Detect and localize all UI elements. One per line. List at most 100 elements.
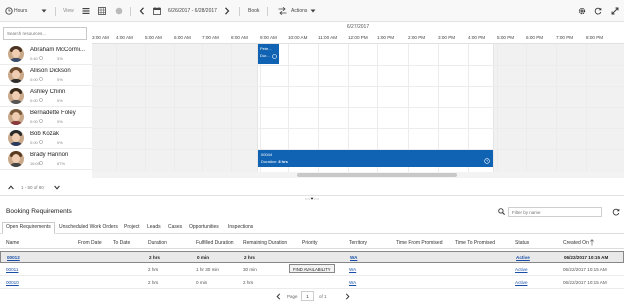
tab-open-requirements[interactable]: Open Requirements: [2, 222, 55, 234]
resource-list: Abraham McCormi... 0:40 3% Allison Dicks…: [0, 44, 92, 172]
chevron-left-icon[interactable]: [139, 7, 145, 16]
territory-link[interactable]: WA: [349, 280, 356, 285]
column-header[interactable]: Name: [6, 240, 19, 246]
hour-label: 7:00 AM: [202, 35, 219, 40]
column-header[interactable]: Priority: [302, 240, 318, 246]
column-header[interactable]: Time To Promised: [455, 240, 495, 246]
territory-link[interactable]: WA: [350, 255, 357, 260]
cell-remaining: 30 min: [243, 267, 257, 272]
scrollbar-thumb[interactable]: [297, 173, 457, 177]
tab-leads[interactable]: Leads: [147, 224, 161, 230]
actions-dropdown[interactable]: Actions: [291, 7, 307, 16]
hour-label: 3:00 PM: [438, 35, 456, 40]
grid-view-icon[interactable]: [98, 7, 106, 16]
status-clock-icon: [484, 158, 490, 164]
resource-row[interactable]: Bernadette Foley 0:00 0%: [0, 107, 92, 128]
resource-row[interactable]: Abraham McCormi... 0:40 3%: [0, 44, 92, 65]
status-clock-icon: [272, 54, 277, 59]
resource-name: Bernadette Foley: [30, 110, 76, 116]
schedule-grid[interactable]: Pete... Dur... 00044 Duration: 8 hrs: [92, 44, 624, 172]
panel-splitter[interactable]: [0, 196, 624, 202]
cell-fulfilled: 1 hr 30 min: [196, 267, 219, 272]
tab-opportunities[interactable]: Opportunities: [189, 224, 219, 230]
clock-icon: [39, 77, 43, 81]
requirement-name-link[interactable]: 00011: [6, 267, 18, 272]
resource-row[interactable]: Brady Hannon 16:00 67%: [0, 149, 92, 170]
table-row[interactable]: 00012 2 hrs 0 min 2 hrs WA Active 06/22/…: [0, 251, 624, 263]
tab-cases[interactable]: Cases: [168, 224, 182, 230]
column-header[interactable]: Created On: [563, 240, 589, 246]
chevron-right-icon[interactable]: [345, 293, 350, 300]
column-header[interactable]: Time From Promised: [396, 240, 443, 246]
column-header[interactable]: To Date: [113, 240, 130, 246]
resource-utilization: 0%: [57, 77, 63, 82]
book-button[interactable]: Book: [248, 7, 259, 16]
refresh-icon[interactable]: [594, 7, 602, 16]
resource-row[interactable]: Bob Kozak 0:00 0%: [0, 128, 92, 149]
expand-icon[interactable]: [611, 7, 619, 16]
column-header[interactable]: From Date: [78, 240, 102, 246]
find-availability-tooltip[interactable]: FIND AVAILABILITY: [289, 264, 335, 273]
globe-icon[interactable]: [115, 7, 123, 16]
booking-block[interactable]: 00044 Duration: 8 hrs: [258, 150, 493, 167]
column-header[interactable]: Duration: [148, 240, 167, 246]
clock-icon: [39, 140, 43, 144]
chevron-down-icon[interactable]: [41, 8, 47, 17]
chevron-up-icon[interactable]: [8, 185, 14, 190]
column-header[interactable]: Remaining Duration: [243, 240, 287, 246]
clock-icon: [39, 161, 43, 165]
gear-icon[interactable]: [578, 7, 586, 16]
tab-inspections[interactable]: Inspections: [228, 224, 253, 230]
filter-input[interactable]: [509, 208, 601, 216]
status-link[interactable]: Active: [516, 255, 530, 260]
cell-created-on: 06/22/2017 10:15 AM: [563, 267, 607, 272]
tab-project[interactable]: Project: [124, 224, 140, 230]
calendar-icon[interactable]: [153, 7, 161, 16]
column-header[interactable]: Territory: [349, 240, 367, 246]
booking-block[interactable]: Pete... Dur...: [258, 44, 279, 64]
refresh-icon[interactable]: [612, 208, 620, 216]
resource-search-box[interactable]: [3, 27, 87, 40]
toolbar-divider: [130, 7, 131, 16]
hour-label: 9:00 AM: [260, 35, 277, 40]
resource-utilization: 67%: [57, 161, 66, 166]
chevron-down-icon[interactable]: [54, 185, 60, 190]
list-view-icon[interactable]: [82, 7, 90, 16]
chevron-left-icon[interactable]: [276, 293, 281, 300]
resource-row[interactable]: Ashley Chinn 0:00 0%: [0, 86, 92, 107]
search-input[interactable]: [4, 28, 86, 39]
splitter-handle-icon[interactable]: [305, 197, 319, 201]
section-title: Booking Requirements: [6, 208, 72, 215]
territory-link[interactable]: WA: [349, 267, 356, 272]
tab-unscheduled-work-orders[interactable]: Unscheduled Work Orders: [59, 224, 118, 230]
resource-hours: 0:00: [30, 140, 38, 145]
hours-dropdown[interactable]: Hours: [14, 7, 27, 16]
actions-icon[interactable]: [278, 7, 287, 16]
cell-remaining: 2 hrs: [244, 255, 255, 260]
date-range-label[interactable]: 6/26/2017 - 6/28/2017: [168, 7, 217, 16]
resource-row[interactable]: Allison Dickson 0:00 0%: [0, 65, 92, 86]
status-link[interactable]: Active: [515, 280, 528, 285]
status-link[interactable]: Active: [515, 267, 528, 272]
cell-fulfilled: 0 min: [197, 255, 209, 260]
chevron-down-icon[interactable]: [310, 8, 316, 17]
hour-label: 8:00 AM: [231, 35, 248, 40]
column-header[interactable]: Status: [515, 240, 529, 246]
resource-count: 1 - 50 of 80: [21, 185, 44, 190]
requirement-name-link[interactable]: 00010: [6, 280, 19, 285]
cell-created-on: 06/22/2017 10:15 AM: [563, 280, 607, 285]
avatar: [8, 67, 24, 83]
table-row[interactable]: 00010 2 hrs 0 min 2 hrs WA Active 06/22/…: [0, 277, 624, 289]
search-icon[interactable]: [498, 208, 505, 215]
hour-label: 11:00 AM: [318, 35, 338, 40]
chevron-right-icon[interactable]: [224, 7, 230, 16]
timeline-scrollbar[interactable]: [92, 172, 624, 178]
resource-hours: 0:00: [30, 98, 38, 103]
booking-duration: Dur...: [260, 53, 270, 58]
filter-box[interactable]: [508, 207, 602, 217]
sort-ascending-icon[interactable]: [590, 239, 594, 246]
column-header[interactable]: Fulfilled Duration: [196, 240, 234, 246]
resource-hours: 0:00: [30, 119, 38, 124]
page-number-input[interactable]: 1: [301, 291, 314, 301]
requirement-name-link[interactable]: 00012: [7, 255, 20, 260]
